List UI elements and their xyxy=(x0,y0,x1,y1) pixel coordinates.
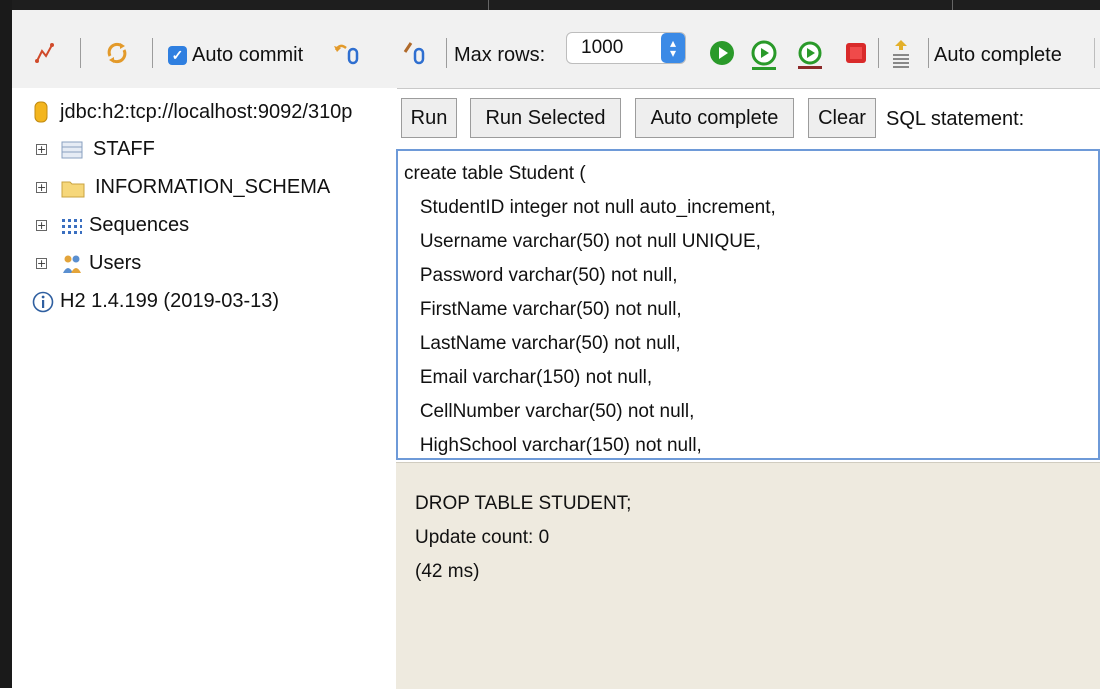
stop-icon xyxy=(846,43,866,63)
tree-node-staff[interactable]: + STAFF xyxy=(36,138,155,161)
sql-editor[interactable]: create table Student ( StudentID integer… xyxy=(396,149,1100,460)
commit-button[interactable] xyxy=(402,40,430,66)
toolbar: ✓ Auto commit Max rows: 1000 ▴ ▾ Auto co… xyxy=(12,10,1100,89)
refresh-icon xyxy=(107,42,127,64)
sql-line: Username varchar(50) not null UNIQUE, xyxy=(404,231,761,252)
connection-url: jdbc:h2:tcp://localhost:9092/310p xyxy=(60,100,353,123)
auto-complete-select-edge[interactable] xyxy=(1094,38,1095,68)
result-line: DROP TABLE STUDENT; xyxy=(415,493,632,514)
toolbar-separator xyxy=(446,38,447,68)
result-line: Update count: 0 xyxy=(415,527,550,548)
sql-line: LastName varchar(50) not null, xyxy=(404,333,681,354)
toolbar-separator xyxy=(928,38,929,68)
toolbar-separator xyxy=(878,38,879,68)
users-icon xyxy=(63,255,81,273)
sql-line: Email varchar(150) not null, xyxy=(404,367,653,388)
history-icon xyxy=(893,40,909,68)
run-sql-button[interactable]: Run xyxy=(401,98,457,138)
auto-commit-label: Auto commit xyxy=(192,44,304,66)
max-rows-select[interactable]: 1000 ▴ ▾ xyxy=(566,32,686,64)
max-rows-value: 1000 xyxy=(581,37,624,58)
auto-commit-toggle[interactable]: ✓ Auto commit xyxy=(168,44,303,67)
history-button[interactable] xyxy=(890,38,912,70)
sequences-icon xyxy=(62,218,82,234)
expand-icon[interactable]: + xyxy=(36,220,47,231)
sql-line: Password varchar(50) not null, xyxy=(404,265,678,286)
sql-line: StudentID integer not null auto_incremen… xyxy=(404,197,776,218)
stop-button[interactable] xyxy=(845,42,867,64)
tree-node-label: Sequences xyxy=(89,214,190,236)
disconnect-button[interactable] xyxy=(34,42,56,64)
tree-node-users[interactable]: + Users xyxy=(36,252,141,275)
tree-node-information-schema[interactable]: + INFORMATION_SCHEMA xyxy=(36,176,330,199)
top-bar-divider xyxy=(952,0,953,10)
auto-complete-toolbar-label: Auto complete xyxy=(934,44,1062,66)
checkbox-checked-icon[interactable]: ✓ xyxy=(168,46,187,65)
auto-complete-button[interactable]: Auto complete xyxy=(635,98,794,138)
run-selected-button[interactable] xyxy=(750,40,778,70)
window-left-edge xyxy=(0,0,12,688)
sql-line: FirstName varchar(50) not null, xyxy=(404,299,682,320)
folder-icon xyxy=(61,181,85,197)
info-icon xyxy=(32,291,54,312)
max-rows-label: Max rows: xyxy=(454,44,546,66)
run-button[interactable] xyxy=(709,40,735,66)
tree-node-label: Users xyxy=(89,252,142,274)
table-icon xyxy=(61,141,83,158)
run-batch-button[interactable] xyxy=(797,40,823,70)
select-arrows-icon: ▴ ▾ xyxy=(661,33,685,63)
sql-line: HighSchool varchar(150) not null, xyxy=(404,435,702,456)
top-bar-divider xyxy=(488,0,489,10)
play-selected-icon xyxy=(751,40,777,70)
expand-icon[interactable]: + xyxy=(36,182,47,193)
connection-node[interactable]: jdbc:h2:tcp://localhost:9092/310p xyxy=(34,100,352,124)
tree-node-sequences[interactable]: + Sequences xyxy=(36,214,189,237)
tree-node-label: INFORMATION_SCHEMA xyxy=(95,176,331,198)
play-icon xyxy=(710,41,734,65)
result-panel: DROP TABLE STUDENT; Update count: 0 (42 … xyxy=(396,462,1100,689)
tree-node-label: STAFF xyxy=(93,138,155,160)
schema-tree: jdbc:h2:tcp://localhost:9092/310p + STAF… xyxy=(12,88,397,688)
sql-line: CellNumber varchar(50) not null, xyxy=(404,401,695,422)
refresh-button[interactable] xyxy=(104,40,130,66)
play-batch-icon xyxy=(798,41,822,69)
expand-icon[interactable]: + xyxy=(36,258,47,269)
expand-icon[interactable]: + xyxy=(36,144,47,155)
rollback-button[interactable] xyxy=(332,40,362,66)
toolbar-separator xyxy=(152,38,153,68)
result-line: (42 ms) xyxy=(415,561,480,582)
clear-button[interactable]: Clear xyxy=(808,98,876,138)
sql-line: create table Student ( xyxy=(404,163,586,184)
sql-statement-label: SQL statement: xyxy=(886,108,1025,130)
rollback-icon xyxy=(334,44,359,65)
disconnect-icon xyxy=(35,43,54,63)
version-label: H2 1.4.199 (2019-03-13) xyxy=(60,290,280,312)
commit-icon xyxy=(403,42,425,65)
version-info: H2 1.4.199 (2019-03-13) xyxy=(32,290,279,313)
toolbar-separator xyxy=(80,38,81,68)
database-icon xyxy=(34,101,48,123)
run-selected-sql-button[interactable]: Run Selected xyxy=(470,98,621,138)
